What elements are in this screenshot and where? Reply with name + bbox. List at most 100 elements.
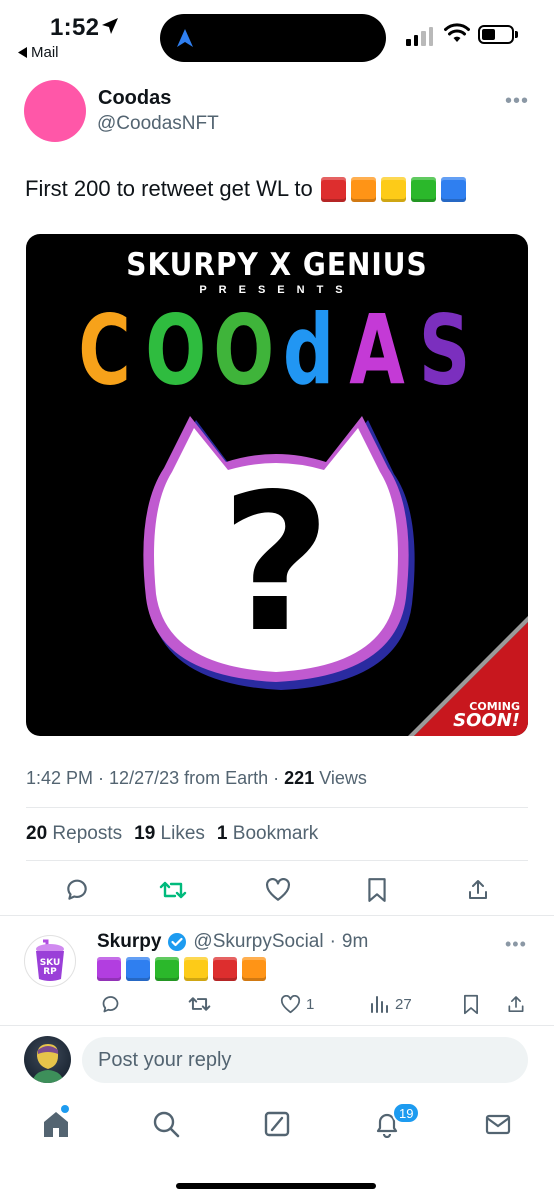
battery-icon: [478, 25, 518, 44]
cellular-signal-icon: [406, 24, 433, 46]
emoji-square-2: [350, 176, 376, 202]
reply-emoji-squares: [97, 957, 266, 981]
share-button[interactable]: [463, 875, 493, 905]
search-icon: [153, 1111, 180, 1138]
more-options-icon[interactable]: •••: [505, 90, 529, 113]
home-indicator[interactable]: [176, 1183, 376, 1189]
tweet-media-image[interactable]: SKURPY X GENIUS PRESENTS COOdAS ? COMING…: [26, 234, 528, 736]
reply-input-placeholder: Post your reply: [98, 1048, 232, 1071]
tab-grok[interactable]: [261, 1108, 293, 1140]
reply-time: 9m: [341, 931, 369, 952]
question-mark: ?: [221, 453, 331, 674]
author-avatar[interactable]: [24, 80, 86, 142]
divider: [0, 1025, 554, 1026]
mystery-cat-icon: ?: [143, 416, 415, 690]
reply-input[interactable]: Post your reply: [82, 1037, 528, 1083]
reply-author-handle[interactable]: @SkurpySocial: [193, 931, 323, 953]
reply-views-count: 27: [395, 995, 412, 1013]
tab-search[interactable]: [150, 1108, 182, 1140]
my-avatar[interactable]: [24, 1036, 71, 1083]
like-button[interactable]: [263, 875, 293, 905]
author-name[interactable]: Coodas: [98, 87, 171, 110]
navigation-arrow-icon: [177, 29, 193, 47]
tab-messages[interactable]: [482, 1108, 514, 1140]
bookmark-icon: [464, 994, 478, 1014]
notifications-badge: 19: [392, 1102, 421, 1124]
home-unread-dot: [61, 1105, 69, 1113]
reply-author-name[interactable]: Skurpy: [97, 931, 161, 953]
coming-soon-badge: COMING SOON!: [453, 701, 520, 730]
reply-like-button[interactable]: 1: [280, 992, 314, 1016]
tweet-text: First 200 to retweet get WL to: [25, 176, 466, 202]
bookmark-button[interactable]: [362, 875, 392, 905]
logo-letter: O: [145, 294, 206, 407]
back-to-mail-link[interactable]: Mail: [18, 44, 59, 61]
logo-letter: d: [282, 294, 334, 407]
tweet-time: 1:42 PM: [26, 768, 94, 788]
tweet-actions: [0, 875, 554, 905]
back-mail-label: Mail: [31, 44, 59, 61]
media-collab-title: SKURPY X GENIUS: [126, 246, 428, 283]
retweet-button[interactable]: [158, 875, 188, 905]
reply-button[interactable]: [62, 875, 92, 905]
grok-icon: [264, 1111, 290, 1137]
reply-author-avatar[interactable]: SKU RP: [24, 935, 76, 987]
reply-header: Skurpy @SkurpySocial · 9m: [97, 931, 368, 953]
bottom-tab-bar: [0, 1100, 554, 1150]
soon-label: SOON!: [453, 710, 520, 731]
heart-icon: [266, 878, 290, 901]
heart-icon: [280, 994, 301, 1013]
retweet-icon: [159, 881, 187, 899]
media-logo: COOdAS: [70, 294, 476, 407]
reply-more-options-icon[interactable]: •••: [505, 934, 527, 955]
emoji-square-5: [440, 176, 466, 202]
reply-share-button[interactable]: [506, 992, 526, 1016]
reply-emoji-square-5: [213, 957, 237, 981]
reply-emoji-square-1: [97, 957, 121, 981]
reply-emoji-square-6: [242, 957, 266, 981]
views-chart-icon: [371, 996, 388, 1013]
mail-icon: [485, 1114, 511, 1135]
reply-reply-button[interactable]: [100, 992, 121, 1016]
reply-emoji-square-3: [155, 957, 179, 981]
reply-dot: ·: [329, 931, 336, 952]
emoji-square-3: [380, 176, 406, 202]
logo-letter: A: [349, 294, 405, 407]
wifi-icon: [444, 23, 470, 42]
status-time: 1:52: [50, 14, 100, 41]
svg-text:RP: RP: [43, 967, 57, 977]
bookmark-icon: [368, 878, 386, 902]
tweet-meta: 1:42 PM · 12/27/23 from Earth · 221 View…: [26, 768, 367, 788]
location-arrow-icon: [102, 18, 118, 34]
share-icon: [508, 995, 524, 1012]
logo-letter: S: [418, 294, 471, 407]
divider: [26, 807, 528, 808]
share-icon: [469, 880, 487, 899]
emoji-square-4: [410, 176, 436, 202]
views-count: 221: [284, 768, 315, 788]
reply-retweet-button[interactable]: [188, 992, 211, 1016]
back-triangle-icon: [18, 47, 27, 58]
views-label: Views: [319, 768, 367, 788]
reply-bookmark-button[interactable]: [462, 992, 480, 1016]
likes-stat[interactable]: 19 Likes: [134, 823, 205, 845]
reply-icon: [102, 995, 119, 1012]
tweet-emoji-squares: [320, 176, 466, 202]
logo-letter: C: [78, 294, 131, 407]
author-handle[interactable]: @CoodasNFT: [97, 113, 219, 135]
retweet-icon: [188, 997, 211, 1011]
tweet-date: 12/27/23: [109, 768, 180, 788]
reply-like-count: 1: [306, 995, 315, 1013]
bookmarks-stat[interactable]: 1 Bookmark: [217, 823, 318, 845]
reply-views-button[interactable]: 27: [370, 992, 412, 1016]
reply-icon: [67, 879, 87, 900]
status-bar: 1:52 Mail: [0, 0, 554, 70]
divider: [26, 860, 528, 861]
home-icon: [44, 1112, 68, 1137]
logo-letter: O: [213, 294, 274, 407]
tab-home[interactable]: [40, 1108, 72, 1140]
tweet-text-body: First 200 to retweet get WL to: [25, 176, 313, 201]
divider: [0, 915, 554, 916]
reply-actions: 1 27: [0, 992, 554, 1016]
reposts-stat[interactable]: 20 Reposts: [26, 823, 122, 845]
